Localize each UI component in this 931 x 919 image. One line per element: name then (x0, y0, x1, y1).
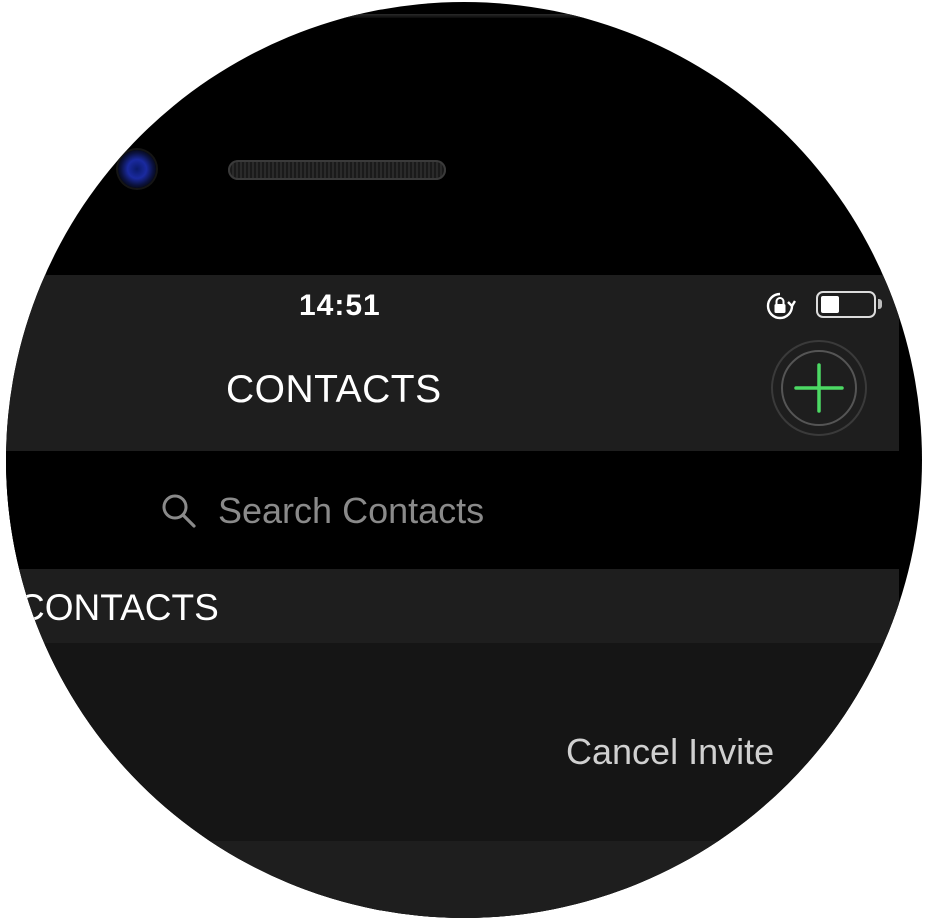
earpiece-speaker (228, 160, 446, 180)
rotation-lock-icon (766, 292, 796, 320)
list-item (6, 841, 899, 918)
app-screen: 14:51 CONTACTS Search Contacts CONTACTS … (6, 275, 899, 918)
search-bar (6, 451, 899, 569)
search-icon (162, 494, 196, 528)
section-header-label: CONTACTS (18, 587, 219, 628)
section-header: CONTACTS (6, 569, 899, 643)
list-item: Cancel Invite (6, 643, 899, 841)
status-time: 14:51 (299, 289, 381, 322)
page-title: CONTACTS (226, 368, 442, 411)
cancel-invite-button[interactable]: Cancel Invite (566, 731, 774, 773)
battery-indicator (816, 291, 876, 318)
plus-icon (794, 363, 844, 413)
magnified-phone-view: 14:51 CONTACTS Search Contacts CONTACTS … (6, 2, 922, 918)
search-input[interactable] (216, 485, 720, 537)
phone-bezel-edge (296, 14, 716, 18)
add-contact-button[interactable] (771, 340, 867, 436)
battery-level-fill (821, 296, 839, 313)
battery-tip (878, 299, 882, 309)
front-camera (118, 150, 156, 188)
